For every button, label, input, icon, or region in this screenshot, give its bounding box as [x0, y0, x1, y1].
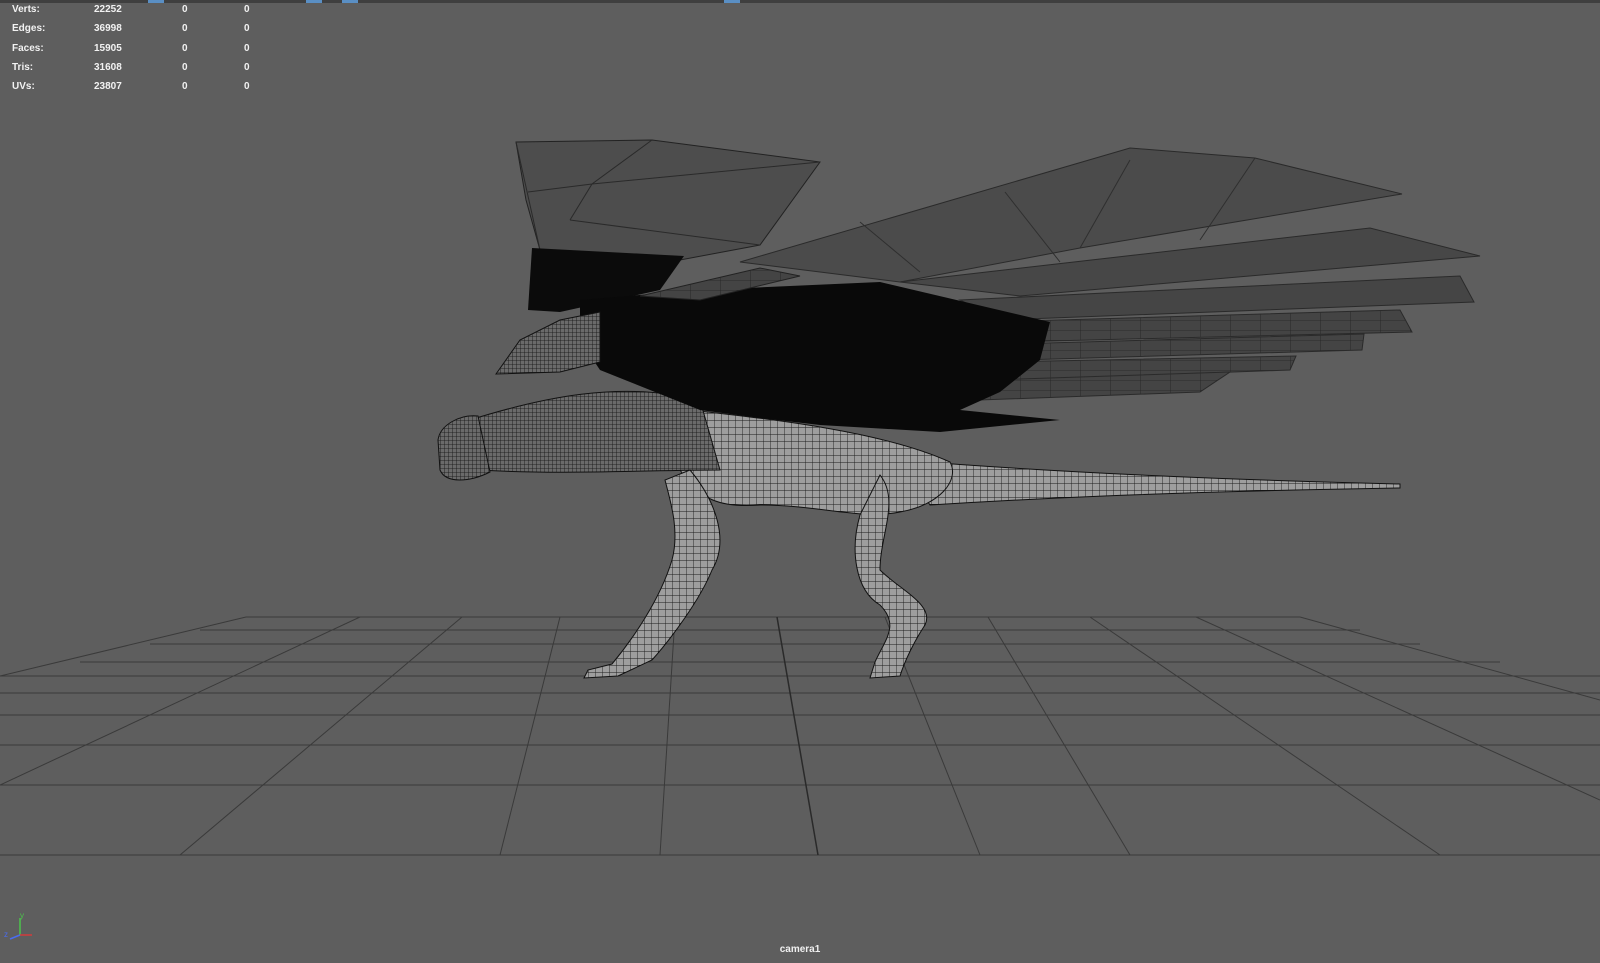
3d-viewport[interactable]: y z Verts: 22252 0 0 Edges: 36998 0 0 Fa…: [0, 0, 1600, 963]
hud-total: 22252: [94, 4, 122, 15]
hud-label: Tris:: [12, 61, 34, 73]
hud-selected-components: 0: [244, 61, 250, 73]
scene-canvas[interactable]: y z: [0, 0, 1600, 963]
hud-selected-components: 0: [244, 4, 250, 15]
hud-selected-components: 0: [244, 42, 250, 54]
hud-selected-components: 0: [244, 81, 250, 93]
hud-total: 36998: [94, 23, 122, 35]
hud-selected: 0: [182, 81, 188, 93]
creature-model[interactable]: [437, 139, 1481, 679]
hud-selected: 0: [182, 4, 188, 15]
hud-label: Edges:: [12, 23, 46, 35]
hud-selected: 0: [182, 42, 188, 54]
hud-selected-components: 0: [244, 23, 250, 35]
hud-selected: 0: [182, 23, 188, 35]
hud-selected: 0: [182, 61, 188, 73]
ground-grid: [0, 616, 1600, 856]
y-axis-label: y: [20, 911, 24, 920]
camera-name-label: camera1: [779, 944, 821, 955]
z-axis-line: [9, 934, 21, 940]
axis-gizmo: y z: [4, 911, 32, 940]
hud-label: Verts:: [12, 4, 40, 15]
z-axis-label: z: [4, 930, 8, 939]
hud-total: 31608: [94, 61, 122, 73]
hud-label: UVs:: [12, 81, 35, 93]
hud-label: Faces:: [12, 42, 44, 54]
hud-total: 15905: [94, 42, 122, 54]
hud-total: 23807: [94, 81, 122, 93]
